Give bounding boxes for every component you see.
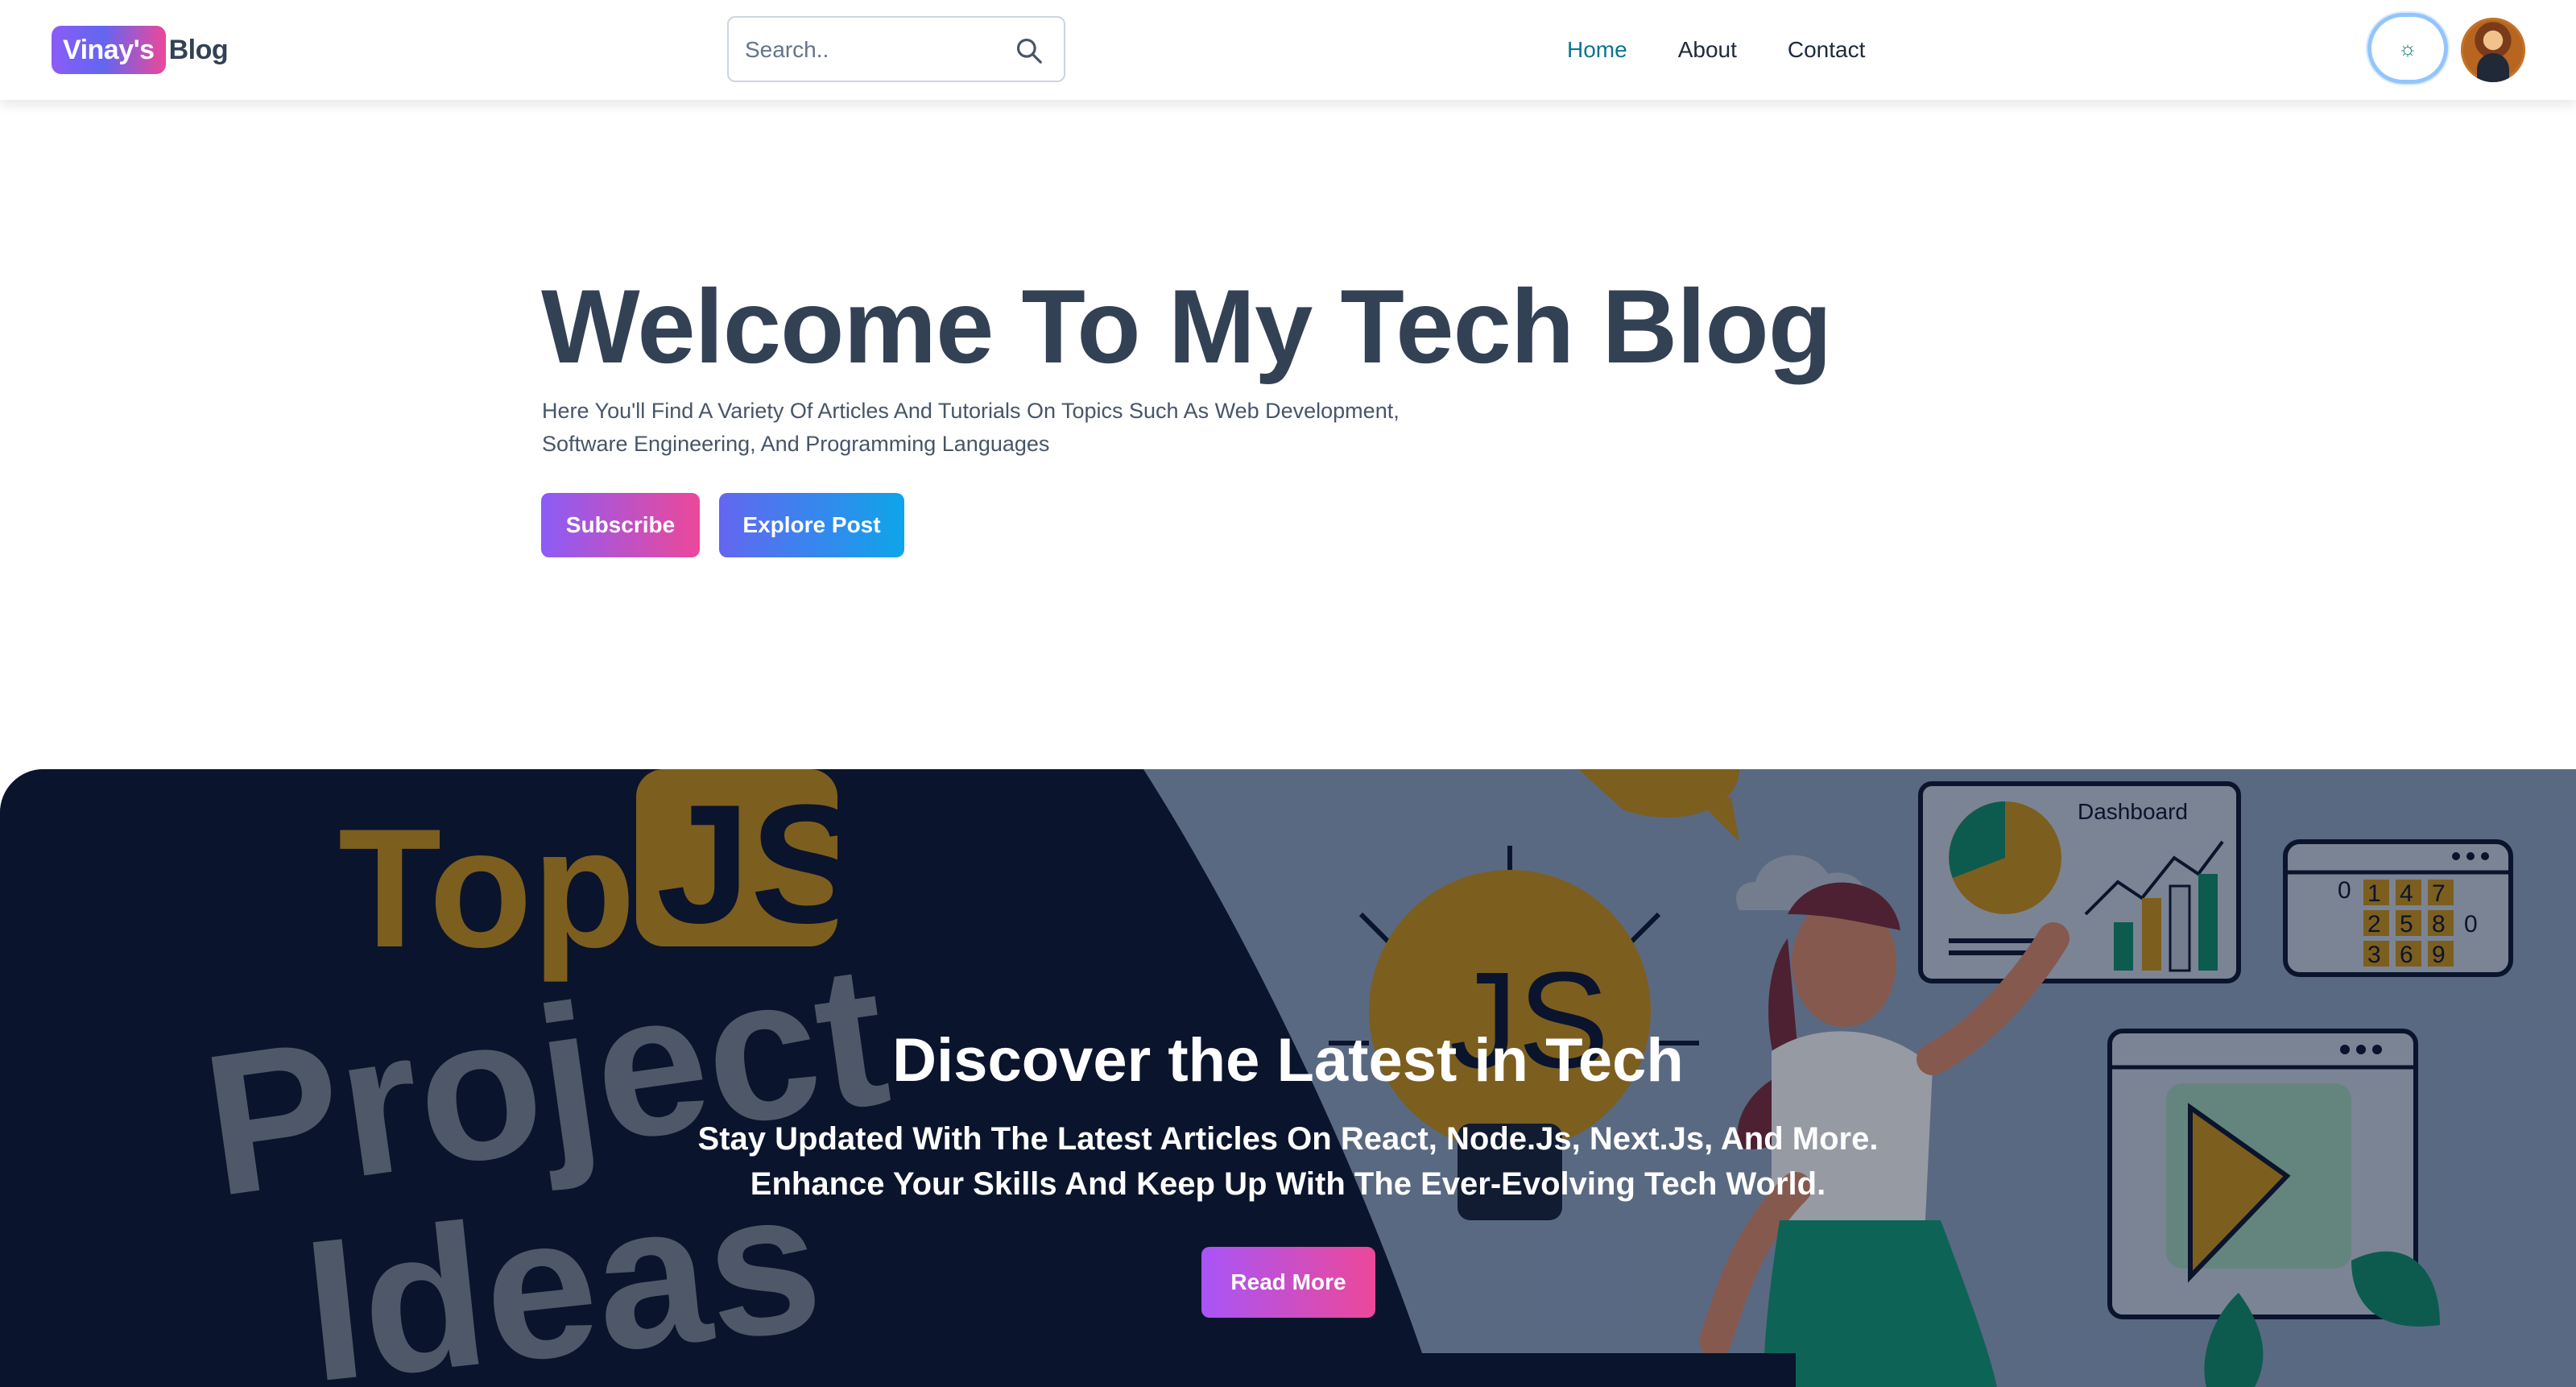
hero-actions: Subscribe Explore Post <box>541 493 904 557</box>
search-box <box>727 16 1065 82</box>
nav-link-contact[interactable]: Contact <box>1788 32 1866 68</box>
sun-icon: ☼ <box>2398 35 2417 60</box>
banner-title: Discover the Latest in Tech <box>892 1026 1684 1095</box>
nav-link-about[interactable]: About <box>1678 32 1737 68</box>
banner-subtitle-line-2: Enhance Your Skills And Keep Up With The… <box>750 1166 1826 1202</box>
subscribe-button[interactable]: Subscribe <box>541 493 700 557</box>
nav-link-home[interactable]: Home <box>1567 32 1627 68</box>
main-nav: Home About Contact <box>1567 32 1916 68</box>
avatar-figure <box>2477 53 2509 82</box>
banner-subtitle: Stay Updated With The Latest Articles On… <box>0 1116 2576 1207</box>
brand-logo[interactable]: Vinay's Blog <box>52 26 229 74</box>
brand-text: Blog <box>168 34 229 65</box>
banner-subtitle-line-1: Stay Updated With The Latest Articles On… <box>697 1121 1879 1157</box>
theme-toggle-button[interactable]: ☼ <box>2367 13 2448 84</box>
search-icon[interactable] <box>1014 35 1044 66</box>
explore-post-button[interactable]: Explore Post <box>719 493 904 557</box>
navbar: Vinay's Blog Home About Contact ☼ <box>0 0 2576 100</box>
hero-description-line-2: Software Engineering, And Programming La… <box>542 432 1050 456</box>
hero-title: Welcome To My Tech Blog <box>541 267 1832 385</box>
brand-highlight: Vinay's <box>52 26 166 74</box>
avatar[interactable] <box>2461 18 2525 82</box>
read-more-button[interactable]: Read More <box>1201 1247 1375 1318</box>
hero-description: Here You'll Find A Variety Of Articles A… <box>542 395 1492 461</box>
search-input[interactable] <box>743 29 1004 71</box>
hero-description-line-1: Here You'll Find A Variety Of Articles A… <box>542 399 1400 423</box>
